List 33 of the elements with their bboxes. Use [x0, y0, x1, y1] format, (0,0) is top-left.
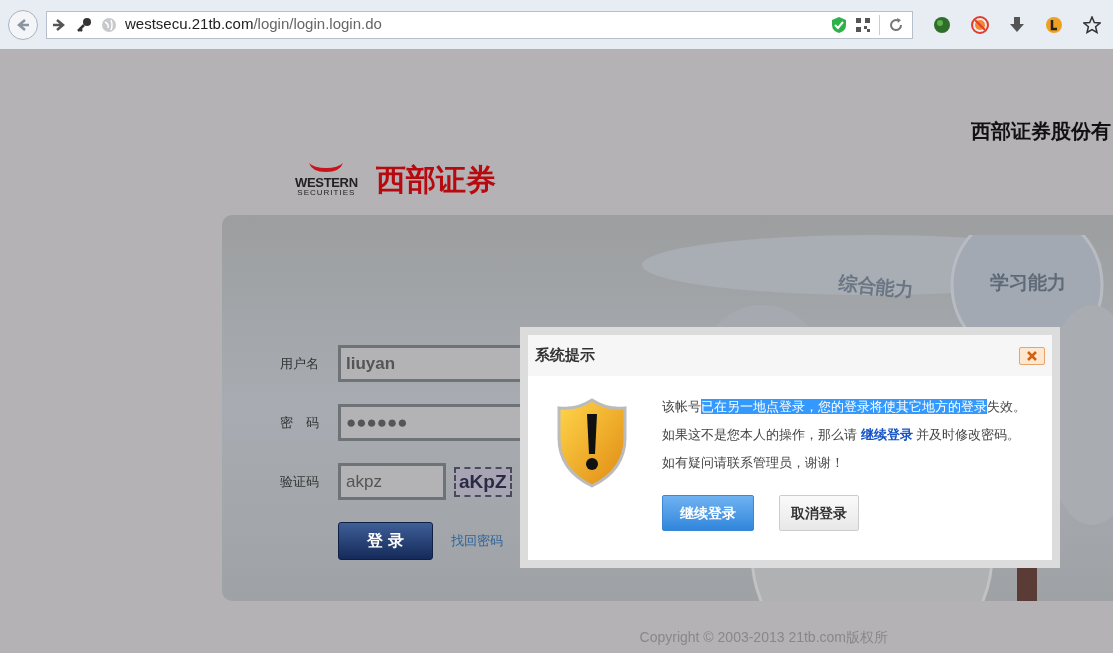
cancel-login-button[interactable]: 取消登录 — [779, 495, 859, 531]
continue-login-button[interactable]: 继续登录 — [662, 495, 754, 531]
close-button[interactable] — [1019, 346, 1045, 365]
captcha-image: aKpZ — [454, 466, 512, 497]
field-label: 密 码 — [280, 413, 320, 432]
brand-name: 西部证券 — [375, 164, 496, 195]
url-bar[interactable]: westsecu.21tb.com/login/login.login.do — [46, 10, 913, 39]
qr-code-icon[interactable] — [855, 16, 871, 33]
banner-label: 学习能力 — [990, 271, 1066, 295]
back-arrow-icon — [15, 16, 31, 33]
refresh-icon[interactable] — [888, 16, 904, 33]
field-label: 用户名 — [280, 354, 320, 373]
company-name: 西部证券股份有 — [971, 118, 1111, 144]
url-text: westsecu.21tb.com/login/login.login.do — [125, 14, 383, 35]
key-icon[interactable] — [75, 15, 93, 34]
dialog-title: 系统提示 — [535, 345, 595, 366]
forward-icon[interactable] — [51, 16, 67, 33]
field-label: 验证码 — [280, 472, 320, 491]
warning-shield-icon — [557, 398, 627, 488]
forgot-password-link[interactable]: 找回密码 — [451, 531, 503, 551]
back-button[interactable] — [8, 9, 38, 40]
blocked-icon[interactable] — [971, 15, 989, 34]
download-icon[interactable] — [1009, 15, 1025, 34]
logo: WESTERN SECURITIES — [295, 162, 358, 197]
login-button[interactable]: 登 录 — [338, 522, 433, 560]
close-icon — [1026, 349, 1038, 362]
banner-label: 综合能力 — [836, 271, 916, 303]
star-icon[interactable] — [1083, 15, 1101, 34]
shield-icon[interactable] — [831, 15, 847, 34]
captcha-field[interactable]: akpz — [338, 463, 446, 500]
extension-icon[interactable] — [1045, 15, 1063, 34]
message-text: 如果这不是您本人的操作，那么请 继续登录 并及时修改密码。 — [662, 426, 1022, 444]
message-text: 如有疑问请联系管理员，谢谢！ — [662, 454, 845, 472]
